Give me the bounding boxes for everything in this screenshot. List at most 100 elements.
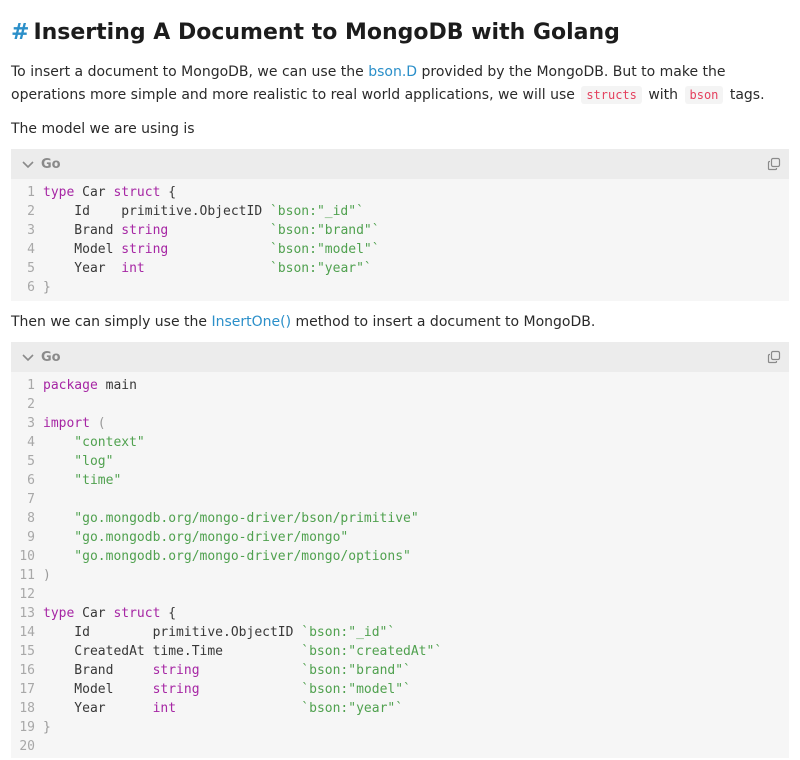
code-token: `bson:"brand"` (301, 663, 411, 678)
inline-code-structs: structs (581, 86, 642, 104)
code-token: int (152, 701, 177, 716)
chevron-down-icon[interactable] (21, 157, 35, 171)
line-number: 10 (19, 549, 35, 564)
line-number: 1 (27, 185, 35, 200)
code-token: "context" (43, 435, 145, 450)
line-number: 2 (27, 204, 35, 219)
code-token: ( (89, 416, 106, 431)
code-token: Car (82, 185, 114, 200)
code-token: { (168, 606, 177, 621)
code-line: 19} (11, 718, 789, 737)
intro-text: To insert a document to MongoDB, we can … (11, 64, 369, 80)
code-line: 5 "log" (11, 452, 789, 471)
code-line: 11) (11, 566, 789, 585)
code-line: 3 Brand string `bson:"brand"` (11, 221, 789, 240)
line-number: 6 (27, 280, 35, 295)
intro-text: with (643, 87, 683, 103)
code-token: Brand (43, 223, 122, 238)
line-number: 11 (19, 568, 35, 583)
code-line: 5 Year int `bson:"year"` (11, 259, 789, 278)
code-token: `bson:"brand"` (270, 223, 380, 238)
code-token: Id primitive.ObjectID (43, 204, 270, 219)
code-token: `bson:"_id"` (301, 625, 396, 640)
intro-text: tags. (725, 87, 765, 103)
code-token: "go.mongodb.org/mongo-driver/bson/primit… (43, 511, 419, 526)
code-language-label: Go (41, 156, 61, 172)
bson-d-link[interactable]: bson.D (368, 64, 417, 80)
code-block-header: Go (11, 342, 789, 372)
code-token: `bson:"model"` (301, 682, 411, 697)
code-text: Brand string `bson:"brand"` (43, 221, 380, 240)
code-line: 4 "context" (11, 433, 789, 452)
line-number: 3 (27, 223, 35, 238)
code-text: ) (43, 566, 51, 585)
line-number: 9 (27, 530, 35, 545)
code-token: } (43, 720, 51, 735)
line-number: 20 (19, 739, 35, 754)
code-token: type (43, 606, 83, 621)
copy-icon[interactable] (767, 157, 781, 171)
code-text: "go.mongodb.org/mongo-driver/bson/primit… (43, 509, 419, 528)
code-text: type Car struct { (43, 604, 176, 623)
code-token: Id primitive.ObjectID (43, 625, 302, 640)
line-number: 19 (19, 720, 35, 735)
code-body: 1 package main 2 3 import (4 "context" 5 "log… (11, 372, 789, 760)
code-token: Year (43, 261, 122, 276)
code-token: package (43, 378, 106, 393)
code-text: } (43, 718, 51, 737)
code-token: `bson:"year"` (301, 701, 404, 716)
line-number: 5 (27, 261, 35, 276)
code-text: Model string `bson:"model"` (43, 240, 379, 259)
heading-anchor[interactable]: # (11, 20, 29, 45)
then-paragraph: Then we can simply use the InsertOne() m… (11, 311, 595, 334)
code-line: 3 import ( (11, 414, 789, 433)
copy-icon[interactable] (767, 350, 781, 364)
code-block-main: Go 1 package main 2 3 import (4 "context" 5 "… (11, 342, 789, 758)
code-line: 18 Year int `bson:"year"` (11, 699, 789, 718)
line-number: 2 (27, 397, 35, 412)
chevron-down-icon[interactable] (21, 350, 35, 364)
code-token: "go.mongodb.org/mongo-driver/mongo" (43, 530, 349, 545)
line-number: 8 (27, 511, 35, 526)
code-block-header: Go (11, 149, 789, 179)
insertone-link[interactable]: InsertOne() (211, 314, 291, 330)
model-paragraph: The model we are using is (11, 121, 195, 137)
code-line: 8 "go.mongodb.org/mongo-driver/bson/prim… (11, 509, 789, 528)
code-line: 20 (11, 737, 789, 756)
code-text: Year int `bson:"year"` (43, 699, 403, 718)
intro-text: operations more simple and more realisti… (11, 87, 580, 103)
code-block-model: Go 1 type Car struct { 2 Id primitive.Obje… (11, 149, 789, 301)
line-number: 3 (27, 416, 35, 431)
code-text: "go.mongodb.org/mongo-driver/mongo/optio… (43, 547, 411, 566)
code-line: 2 (11, 395, 789, 414)
code-token: ) (43, 568, 51, 583)
intro-text: provided by the MongoDB. But to make the (417, 64, 726, 80)
then-text: method to insert a document to MongoDB. (291, 314, 596, 330)
code-line: 4 Model string `bson:"model"` (11, 240, 789, 259)
code-token: `bson:"createdAt"` (301, 644, 443, 659)
code-token: struct (113, 185, 169, 200)
inline-code-bson: bson (684, 86, 724, 104)
code-token: Year (43, 701, 153, 716)
code-token: `bson:"_id"` (269, 204, 364, 219)
code-token: } (43, 280, 51, 295)
code-line: 7 (11, 490, 789, 509)
code-line: 15 CreatedAt time.Time `bson:"createdAt"… (11, 642, 789, 661)
line-number: 17 (19, 682, 35, 697)
code-text: Brand string `bson:"brand"` (43, 661, 411, 680)
page-title: # Inserting A Document to MongoDB with G… (11, 16, 620, 48)
code-text: "context" (43, 433, 145, 452)
code-line: 17 Model string `bson:"model"` (11, 680, 789, 699)
code-text: Id primitive.ObjectID `bson:"_id"` (43, 623, 395, 642)
intro-paragraph: To insert a document to MongoDB, we can … (11, 61, 765, 107)
code-token: int (121, 261, 145, 276)
line-number: 6 (27, 473, 35, 488)
code-line: 16 Brand string `bson:"brand"` (11, 661, 789, 680)
code-line: 1 type Car struct { (11, 183, 789, 202)
heading-text: Inserting A Document to MongoDB with Gol… (33, 19, 620, 45)
code-token: "log" (43, 454, 114, 469)
code-text: } (43, 278, 51, 297)
